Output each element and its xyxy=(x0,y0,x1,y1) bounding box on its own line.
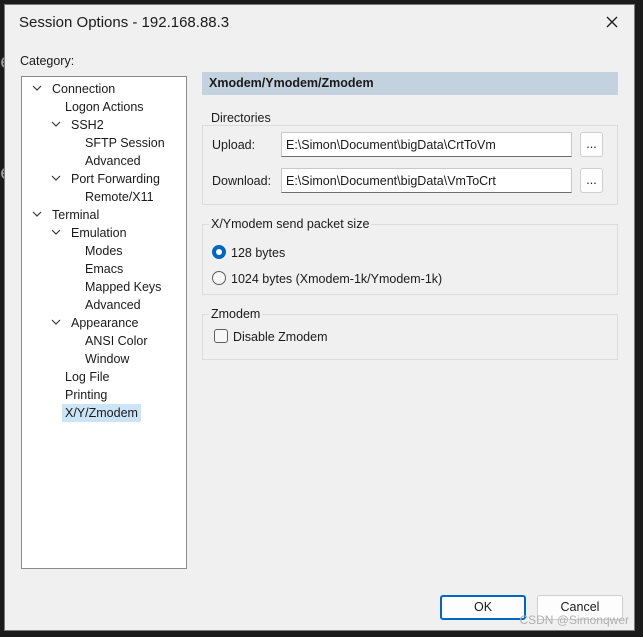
upload-browse-button[interactable]: ... xyxy=(580,132,603,157)
upload-label: Upload: xyxy=(212,138,256,152)
tree-item-label: Window xyxy=(85,352,130,366)
directories-group-title: Directories xyxy=(209,111,273,125)
upload-path-input[interactable] xyxy=(281,132,572,157)
session-options-dialog: Session Options - 192.168.88.3 Category:… xyxy=(4,4,635,631)
radio-1024-label: 1024 bytes (Xmodem-1k/Ymodem-1k) xyxy=(231,272,443,286)
radio-128-indicator[interactable] xyxy=(212,245,226,259)
tree-item-label: ANSI Color xyxy=(85,334,148,348)
window-title: Session Options - 192.168.88.3 xyxy=(19,14,230,31)
panel-header: Xmodem/Ymodem/Zmodem xyxy=(202,72,618,95)
category-tree[interactable]: Connection Logon Actions SSH2 SFTP Session A… xyxy=(21,76,187,569)
tree-item-label: Appearance xyxy=(71,316,139,330)
tree-item-label: Emacs xyxy=(85,262,124,276)
tree-item-label: X/Y/Zmodem xyxy=(62,404,141,422)
tree-item-label: Logon Actions xyxy=(65,100,144,114)
tree-item-label: Terminal xyxy=(52,208,100,222)
tree-item-label: Remote/X11 xyxy=(85,190,154,204)
tree-item-label: Printing xyxy=(65,388,108,402)
chevron-down-icon[interactable] xyxy=(50,226,62,238)
tree-item-label: Emulation xyxy=(71,226,127,240)
tree-item-label: Port Forwarding xyxy=(71,172,160,186)
chevron-down-icon[interactable] xyxy=(50,172,62,184)
tree-item-label: Modes xyxy=(85,244,123,258)
title-bar: Session Options - 192.168.88.3 xyxy=(5,5,634,41)
chevron-down-icon[interactable] xyxy=(50,316,62,328)
download-browse-button[interactable]: ... xyxy=(580,168,603,193)
disable-zmodem-label: Disable Zmodem xyxy=(233,330,328,344)
tree-item-label: Advanced xyxy=(85,298,141,312)
close-icon[interactable] xyxy=(604,14,620,30)
tree-item-label: Advanced xyxy=(85,154,141,168)
watermark: CSDN @Simonqwer xyxy=(519,613,629,627)
disable-zmodem-checkbox[interactable] xyxy=(214,329,228,343)
chevron-down-icon[interactable] xyxy=(50,118,62,130)
download-label: Download: xyxy=(212,174,272,188)
chevron-down-icon[interactable] xyxy=(31,82,43,94)
radio-128-label: 128 bytes xyxy=(231,246,286,260)
chevron-down-icon[interactable] xyxy=(31,208,43,220)
category-label: Category: xyxy=(20,54,75,68)
radio-1024-indicator[interactable] xyxy=(212,271,226,285)
tree-item-label: SFTP Session xyxy=(85,136,165,150)
tree-item-label: SSH2 xyxy=(71,118,104,132)
tree-item-label: Mapped Keys xyxy=(85,280,162,294)
packet-size-group-title: X/Ymodem send packet size xyxy=(209,217,372,231)
download-path-input[interactable] xyxy=(281,168,572,193)
ok-button[interactable]: OK xyxy=(440,595,526,620)
tree-item-label: Connection xyxy=(52,82,116,96)
zmodem-group-title: Zmodem xyxy=(209,307,263,321)
tree-item-label: Log File xyxy=(65,370,110,384)
